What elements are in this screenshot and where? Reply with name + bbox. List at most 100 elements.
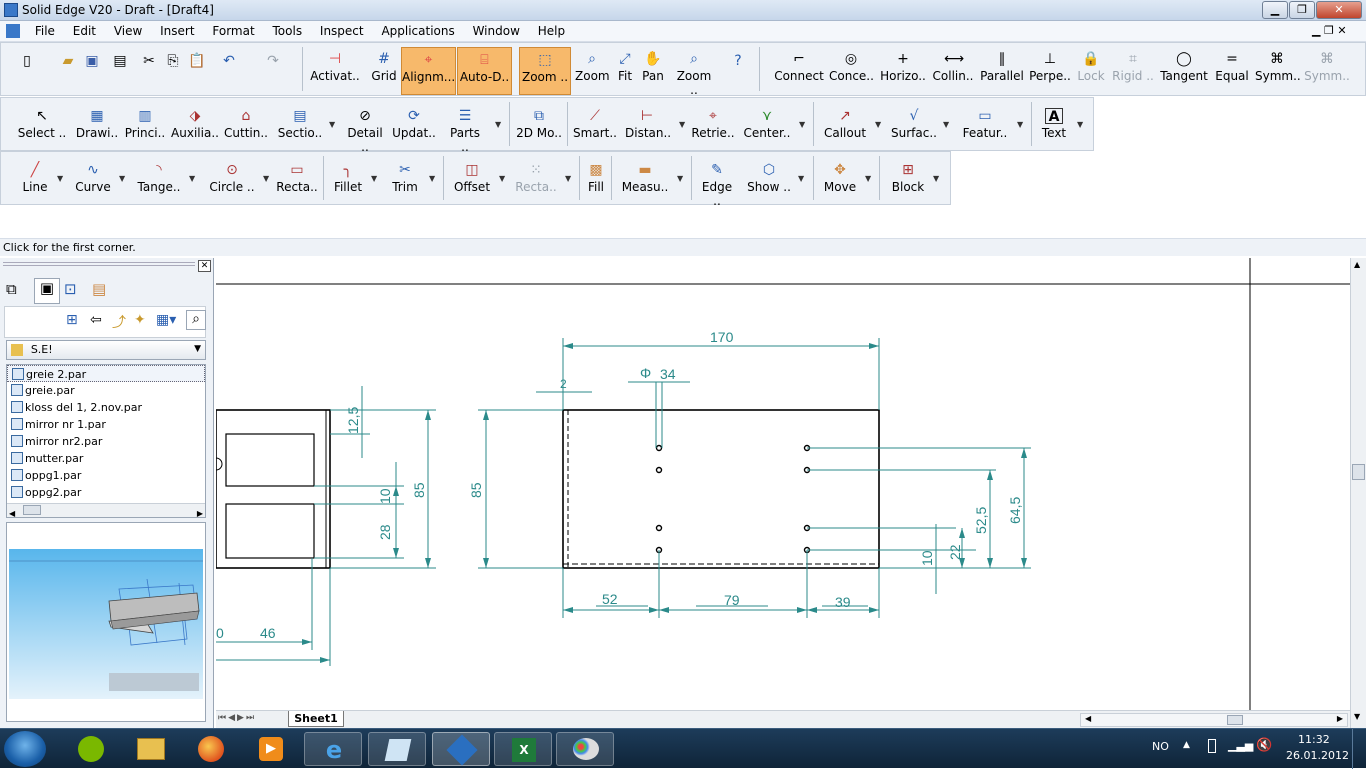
- copy-button[interactable]: ⎘: [163, 53, 183, 71]
- language-indicator[interactable]: NO: [1152, 740, 1169, 753]
- drawing-svg[interactable]: 170 Φ 34 2 85 52 79 39 64,5 52,5 22 10 1…: [215, 258, 1350, 710]
- line-button[interactable]: ╱ Line: [15, 162, 55, 194]
- update-views-button[interactable]: ⟳ Updat..: [391, 108, 437, 140]
- edge-painter-button[interactable]: ✎ Edge ..: [697, 162, 737, 208]
- undo-button[interactable]: ↶: [217, 53, 241, 71]
- dim-0[interactable]: 0: [216, 625, 224, 641]
- dim-85-main[interactable]: 85: [468, 482, 484, 498]
- activate-button[interactable]: ⊣ Activat..: [309, 51, 361, 83]
- alignment-button[interactable]: ⌖ Alignm...: [401, 47, 456, 95]
- spotify-taskbar-icon[interactable]: [62, 732, 120, 766]
- properties-tab-icon[interactable]: ▤: [92, 280, 118, 304]
- list-item[interactable]: mutter.par: [7, 450, 205, 467]
- file-list-hscroll[interactable]: ◀ ▶: [7, 503, 205, 518]
- view-options-icon[interactable]: ▦▾: [156, 312, 176, 328]
- tangent-dropdown-icon[interactable]: ▼: [189, 174, 195, 183]
- dim-28[interactable]: 28: [377, 524, 393, 540]
- new-button[interactable]: ▯: [15, 53, 39, 71]
- menu-edit[interactable]: Edit: [66, 21, 103, 41]
- dim-79[interactable]: 79: [724, 592, 740, 608]
- library-tab-icon[interactable]: ▣: [34, 278, 60, 304]
- rectangle-button[interactable]: ▭ Recta..: [275, 162, 319, 194]
- horizontal-scroll-thumb[interactable]: [1227, 715, 1243, 725]
- tray-expand-icon[interactable]: ▲: [1183, 740, 1190, 750]
- list-item[interactable]: mirror nr2.par: [7, 433, 205, 450]
- collinear-button[interactable]: ⟷ Collin..: [931, 51, 975, 83]
- retrieve-dimensions-button[interactable]: ⌖ Retrie..: [691, 108, 735, 140]
- menu-help[interactable]: Help: [531, 21, 572, 41]
- centerline-button[interactable]: ⋎ Center..: [743, 108, 791, 140]
- parts-dropdown-icon[interactable]: ▼: [495, 120, 501, 129]
- perpendicular-button[interactable]: ⊥ Perpe..: [1029, 51, 1071, 83]
- equal-button[interactable]: = Equal: [1213, 51, 1251, 83]
- save-button[interactable]: ▣: [81, 53, 103, 71]
- measure-button[interactable]: ▬ Measu..: [619, 162, 671, 194]
- start-button[interactable]: [4, 731, 46, 767]
- vertical-scroll-thumb[interactable]: [1352, 464, 1365, 480]
- dim-39[interactable]: 39: [835, 594, 851, 610]
- sheet-tab-sheet1[interactable]: Sheet1: [288, 711, 344, 727]
- circle-button[interactable]: ⊙ Circle ..: [207, 162, 257, 194]
- move-button[interactable]: ✥ Move: [821, 162, 859, 194]
- pattern-dropdown-icon[interactable]: ▼: [565, 174, 571, 183]
- scroll-down-icon[interactable]: ▼: [1354, 712, 1360, 721]
- layers-tab-icon[interactable]: ⧉: [6, 280, 32, 304]
- zoom-area-button[interactable]: ⬚ Zoom ..: [519, 47, 571, 95]
- drawing-view-button[interactable]: ▦ Drawi..: [75, 108, 119, 140]
- fillet-dropdown-icon[interactable]: ▼: [371, 174, 377, 183]
- menu-tools[interactable]: Tools: [266, 21, 310, 41]
- dim-10-right[interactable]: 10: [919, 550, 935, 566]
- trim-dropdown-icon[interactable]: ▼: [429, 174, 435, 183]
- folder-select[interactable]: S.E! ▼: [6, 340, 206, 360]
- symmetric-button[interactable]: ⌘ Symm..: [1255, 51, 1301, 83]
- 2d-model-button[interactable]: ⧉ 2D Mo..: [515, 108, 563, 140]
- paint-taskbar-icon[interactable]: [556, 732, 614, 766]
- parallel-button[interactable]: ∥ Parallel: [979, 51, 1025, 83]
- surface-dropdown-icon[interactable]: ▼: [943, 120, 949, 129]
- explorer-taskbar-icon[interactable]: [122, 732, 180, 766]
- minimize-button[interactable]: ▁: [1262, 1, 1288, 19]
- menu-format[interactable]: Format: [205, 21, 261, 41]
- media-player-taskbar-icon[interactable]: ▶: [242, 732, 300, 766]
- center-dropdown-icon[interactable]: ▼: [799, 120, 805, 129]
- distance-dropdown-icon[interactable]: ▼: [679, 120, 685, 129]
- app-taskbar-icon[interactable]: [368, 732, 426, 766]
- cut-button[interactable]: ✂: [139, 53, 159, 71]
- ie-taskbar-icon[interactable]: e: [304, 732, 362, 766]
- symmetry-axis-button[interactable]: ⌘ Symm..: [1303, 51, 1351, 83]
- circle-dropdown-icon[interactable]: ▼: [263, 174, 269, 183]
- connect-button[interactable]: ⌐ Connect: [773, 51, 825, 83]
- list-item[interactable]: greie.par: [7, 382, 205, 399]
- callout-dropdown-icon[interactable]: ▼: [875, 120, 881, 129]
- text-button[interactable]: A Text: [1037, 108, 1071, 140]
- pane-close-icon[interactable]: ✕: [198, 260, 211, 272]
- show-desktop-button[interactable]: [1352, 729, 1366, 769]
- dim-12-5[interactable]: 12,5: [345, 407, 361, 434]
- measure-dropdown-icon[interactable]: ▼: [677, 174, 683, 183]
- section-view-button[interactable]: ▤ Sectio..: [277, 108, 323, 140]
- dim-2[interactable]: 2: [560, 377, 567, 391]
- menu-file[interactable]: File: [28, 21, 62, 41]
- clock-date[interactable]: 26.01.2012: [1286, 749, 1349, 762]
- curve-dropdown-icon[interactable]: ▼: [119, 174, 125, 183]
- list-item[interactable]: oppg2.par: [7, 484, 205, 501]
- menu-inspect[interactable]: Inspect: [313, 21, 371, 41]
- close-button[interactable]: ✕: [1316, 1, 1362, 19]
- dim-170[interactable]: 170: [710, 329, 734, 345]
- up-folder-icon[interactable]: ⤴: [112, 312, 126, 332]
- list-item[interactable]: oppg1.par: [7, 467, 205, 484]
- feature-dropdown-icon[interactable]: ▼: [1017, 120, 1023, 129]
- solid-edge-taskbar-icon[interactable]: [432, 732, 490, 766]
- curve-button[interactable]: ∿ Curve: [73, 162, 113, 194]
- menu-insert[interactable]: Insert: [153, 21, 201, 41]
- offset-dropdown-icon[interactable]: ▼: [499, 174, 505, 183]
- firefox-taskbar-icon[interactable]: [182, 732, 240, 766]
- pan-button[interactable]: ✋ Pan: [639, 51, 667, 83]
- auxiliary-view-button[interactable]: ⬗ Auxilia..: [171, 108, 219, 140]
- dim-34[interactable]: 34: [660, 366, 676, 382]
- select-tool-button[interactable]: ↖ Select ..: [17, 108, 67, 140]
- parts-list-button[interactable]: ☰ Parts ..: [445, 108, 485, 154]
- surface-texture-button[interactable]: √ Surfac..: [891, 108, 937, 140]
- fill-button[interactable]: ▩ Fill: [585, 162, 607, 194]
- search-icon[interactable]: ⌕: [186, 310, 206, 330]
